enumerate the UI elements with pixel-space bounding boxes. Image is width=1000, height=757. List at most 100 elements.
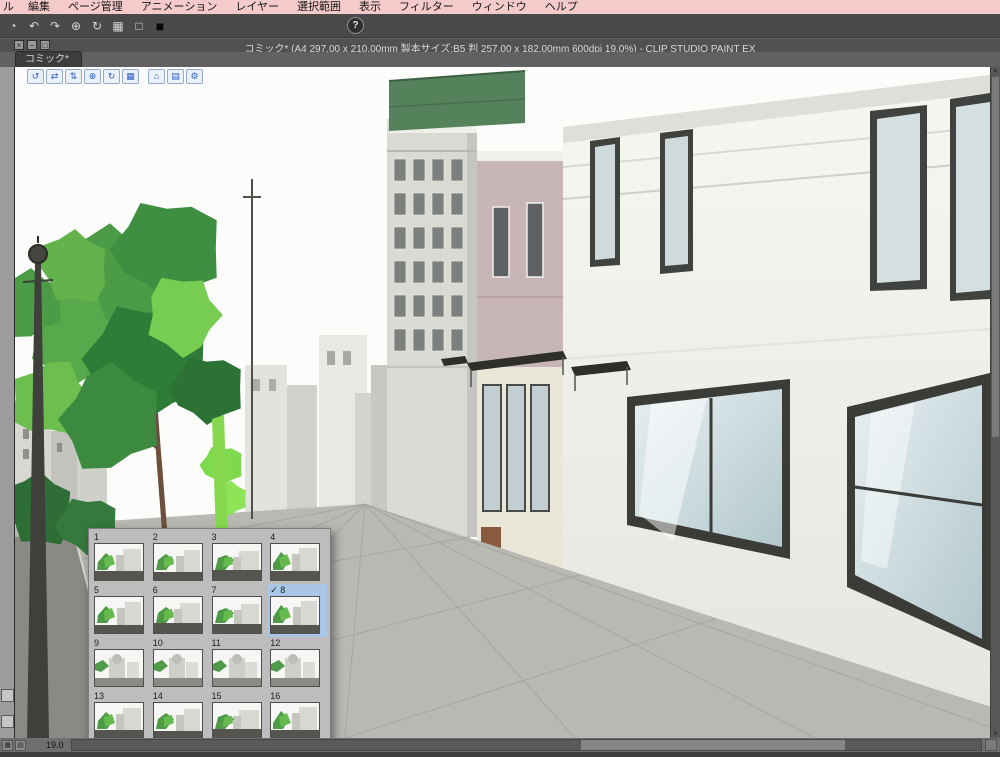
preset-thumbnail-3[interactable]: 3 [210, 531, 269, 584]
command-bar-icons: ◔ ↶ ↷ ⊕ ↻ ▦ □ ■ [4, 17, 172, 35]
thumbnail-image[interactable] [94, 543, 144, 581]
thumbnail-number: 16 [270, 691, 281, 701]
menu-file-partial[interactable]: ル [0, 0, 19, 14]
thumbnail-number: 15 [211, 691, 222, 701]
snap-icon[interactable]: ⊕ [67, 17, 85, 35]
thumbnail-number: 12 [270, 638, 281, 648]
zoom-level: 19.0 [46, 740, 64, 750]
menu-help[interactable]: ヘルプ [536, 0, 587, 14]
vertical-scroll-thumb[interactable] [992, 77, 999, 437]
page-icon[interactable]: □ [130, 17, 148, 35]
3d-settings-icon[interactable]: ⚙ [186, 69, 203, 84]
3d-object-snap-icon[interactable]: ▦ [122, 69, 139, 84]
thumbnail-image[interactable] [270, 649, 321, 687]
menu-animation[interactable]: アニメーション [132, 0, 227, 14]
preset-thumbnail-2[interactable]: 2 [151, 531, 210, 584]
thumbnail-image[interactable] [94, 702, 144, 738]
menu-filter[interactable]: フィルター [390, 0, 463, 14]
3d-camera-dolly-icon[interactable]: ⇅ [65, 69, 82, 84]
3d-object-list-icon[interactable]: ▤ [167, 69, 184, 84]
thumbnail-image[interactable] [270, 702, 321, 738]
left-dock-strip [0, 67, 15, 752]
preset-thumbnail-16[interactable]: 16 [268, 690, 327, 738]
3d-camera-pan-icon[interactable]: ⇄ [46, 69, 63, 84]
thumbnail-image[interactable] [211, 649, 262, 687]
grid-icon[interactable]: ▦ [109, 17, 127, 35]
3d-object-move-icon[interactable]: ⊕ [84, 69, 101, 84]
thumbnail-image[interactable] [211, 596, 262, 634]
preset-thumbnail-6[interactable]: 6 [151, 584, 210, 637]
menu-edit[interactable]: 編集 [19, 0, 59, 14]
foreground-color-swatch[interactable]: ■ [151, 17, 169, 35]
thumbnail-number: 9 [94, 638, 100, 648]
document-titlebar: × – □ コミック* (A4 297.00 x 210.00mm 製本サイズ:… [0, 38, 1000, 55]
thumbnail-number: 1 [94, 532, 100, 542]
preset-thumbnail-1[interactable]: 1 [92, 531, 151, 584]
preset-thumbnail-14[interactable]: 14 [151, 690, 210, 738]
status-strip [0, 752, 1000, 757]
resize-grip[interactable] [985, 739, 997, 751]
thumbnail-number-selected: ✓ 8 [270, 585, 286, 595]
thumbnail-image[interactable] [211, 543, 262, 581]
canvas[interactable]: ↺ ⇄ ⇅ ⊕ ↻ ▦ ⌂ ▤ ⚙ 1 2 3 4 5 6 7 ✓ 8 9 10 11 12 13 14 15 16 [14, 66, 991, 739]
preset-thumbnail-8[interactable]: ✓ 8 [268, 584, 327, 637]
thumbnail-number: 10 [152, 638, 163, 648]
scroll-down-icon[interactable]: ▼ [991, 731, 1000, 737]
preset-thumbnail-4[interactable]: 4 [268, 531, 327, 584]
horizontal-scroll-thumb[interactable] [580, 740, 845, 750]
thumbnail-image[interactable] [94, 649, 144, 687]
menu-page-manage[interactable]: ページ管理 [59, 0, 132, 14]
preset-thumbnail-15[interactable]: 15 [210, 690, 269, 738]
undo-icon[interactable]: ↶ [25, 17, 43, 35]
3d-operation-toolbar: ↺ ⇄ ⇅ ⊕ ↻ ▦ ⌂ ▤ ⚙ [27, 69, 203, 84]
3d-root-position-icon[interactable]: ⌂ [148, 69, 165, 84]
thumbnail-image[interactable] [152, 702, 203, 738]
dock-edge-button[interactable] [1, 715, 14, 728]
thumbnail-number: 14 [152, 691, 163, 701]
redo-icon[interactable]: ↷ [46, 17, 64, 35]
command-bar: ◔ ↶ ↷ ⊕ ↻ ▦ □ ■ ? [0, 14, 1000, 38]
thumbnail-panel: 1 2 3 4 5 6 7 ✓ 8 9 10 11 12 13 14 15 16 [88, 528, 331, 738]
preset-thumbnail-9[interactable]: 9 [92, 637, 151, 690]
menu-layer[interactable]: レイヤー [226, 0, 288, 14]
preset-thumbnail-5[interactable]: 5 [92, 584, 151, 637]
thumbnail-number: 5 [94, 585, 100, 595]
preset-thumbnail-13[interactable]: 13 [92, 690, 151, 738]
thumbnail-image[interactable] [152, 596, 203, 634]
thumbnail-image[interactable] [152, 649, 203, 687]
thumbnail-number: 11 [211, 638, 221, 648]
thumbnail-image[interactable] [270, 596, 321, 634]
menu-selection[interactable]: 選択範囲 [288, 0, 350, 14]
thumbnail-grid: 1 2 3 4 5 6 7 ✓ 8 9 10 11 12 13 14 15 16 [92, 531, 327, 738]
preset-thumbnail-7[interactable]: 7 [210, 584, 269, 637]
vertical-scrollbar[interactable]: ▲ ▼ [990, 67, 1000, 738]
pink-building [477, 151, 563, 369]
3d-camera-rotate-icon[interactable]: ↺ [27, 69, 44, 84]
help-icon[interactable]: ? [347, 17, 364, 34]
thumbnail-number: 3 [211, 532, 217, 542]
preset-thumbnail-11[interactable]: 11 [210, 637, 269, 690]
page-nav-button[interactable]: ▤ [15, 739, 26, 751]
canvas-tab[interactable]: コミック* [15, 51, 82, 67]
rotate-view-icon[interactable]: ↻ [88, 17, 106, 35]
clip-studio-icon[interactable]: ◔ [4, 17, 22, 35]
preset-thumbnail-10[interactable]: 10 [151, 637, 210, 690]
dock-edge-button[interactable] [1, 689, 14, 702]
thumbnail-image[interactable] [211, 702, 262, 738]
horizontal-scrollbar[interactable] [70, 739, 982, 751]
preset-thumbnail-12[interactable]: 12 [268, 637, 327, 690]
thumbnail-image[interactable] [270, 543, 321, 581]
canvas-nav-button[interactable]: ▦ [2, 739, 13, 751]
scroll-up-icon[interactable]: ▲ [991, 68, 1000, 74]
menu-view[interactable]: 表示 [350, 0, 390, 14]
3d-object-rotate-icon[interactable]: ↻ [103, 69, 120, 84]
thumbnail-number: 7 [211, 585, 217, 595]
thumbnail-number: 6 [152, 585, 158, 595]
workspace: ↺ ⇄ ⇅ ⊕ ↻ ▦ ⌂ ▤ ⚙ 1 2 3 4 5 6 7 ✓ 8 9 10 11 12 13 14 15 16 ▲ ▼ … [0, 66, 1000, 757]
thumbnail-image[interactable] [94, 596, 144, 634]
thumbnail-number: 2 [152, 532, 158, 542]
canvas-bottom-bar: ▦ ▤ 19.0 [0, 738, 1000, 752]
thumbnail-number: 4 [270, 532, 276, 542]
thumbnail-image[interactable] [152, 543, 203, 581]
menu-window[interactable]: ウィンドウ [463, 0, 536, 14]
